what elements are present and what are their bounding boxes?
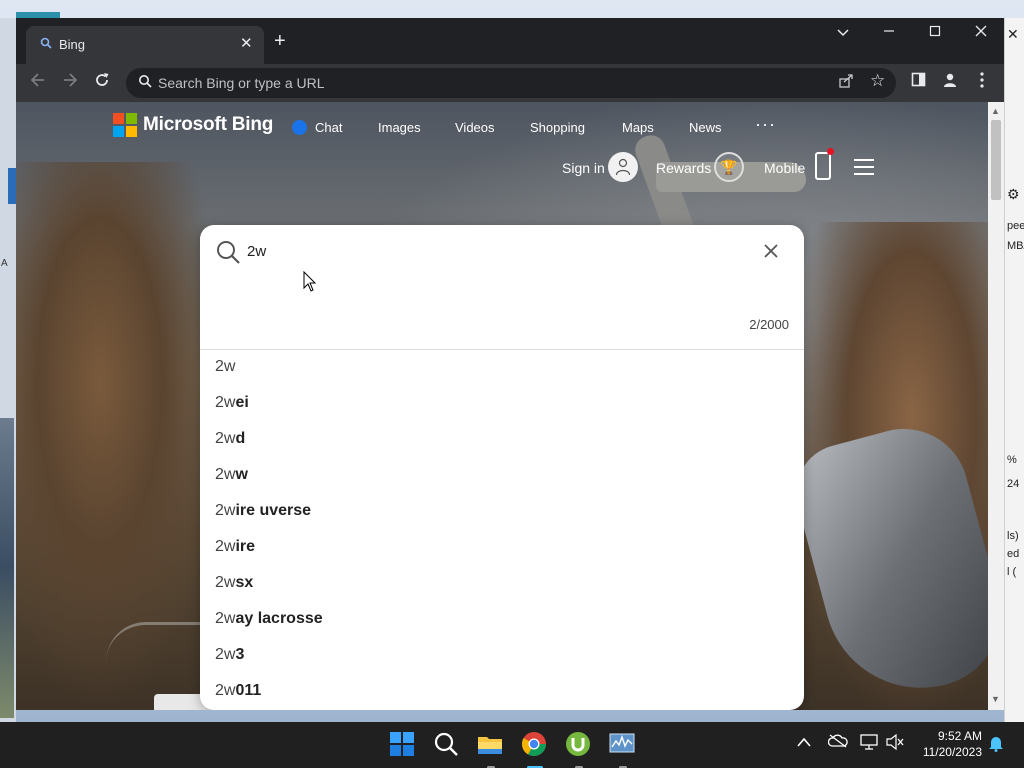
mouse-pointer-icon xyxy=(303,271,317,292)
chat-icon xyxy=(292,120,307,135)
volume-muted-icon[interactable] xyxy=(886,733,904,754)
scrollbar-thumb[interactable] xyxy=(991,120,1001,200)
background-window-text: 24 xyxy=(1007,478,1020,490)
background-window-text: MB/ xyxy=(1007,240,1024,252)
suggestion-item[interactable]: 2wd xyxy=(200,421,804,457)
side-panel-icon[interactable] xyxy=(906,72,930,92)
maximize-icon[interactable] xyxy=(920,24,950,42)
browser-window: Bing ✕ + Search Bing or type a URL ☆ Mic… xyxy=(16,18,1004,710)
scroll-down-arrow-icon[interactable]: ▼ xyxy=(991,694,1000,704)
title-bar: Bing ✕ + xyxy=(16,18,1004,64)
sign-in-link[interactable]: Sign in xyxy=(562,160,605,176)
suggestion-item[interactable]: 2ww xyxy=(200,457,804,493)
search-icon xyxy=(40,37,54,51)
background-window-text: l ( xyxy=(1007,566,1017,578)
suggestion-item[interactable]: 2way lacrosse xyxy=(200,601,804,637)
forward-arrow-icon[interactable] xyxy=(58,72,82,93)
microsoft-logo-icon xyxy=(113,113,137,137)
background-window-text: peed xyxy=(1007,220,1024,232)
avatar-icon[interactable] xyxy=(608,152,638,182)
nav-maps[interactable]: Maps xyxy=(622,120,654,135)
share-icon[interactable] xyxy=(838,73,854,92)
background-window-image xyxy=(0,418,14,718)
close-icon[interactable]: ✕ xyxy=(1007,26,1019,43)
close-window-icon[interactable] xyxy=(966,24,996,42)
search-box-expanded: 2w 2/2000 2w 2wei 2wd 2ww 2wire uverse 2… xyxy=(200,225,804,710)
show-hidden-icons-chevron[interactable] xyxy=(797,734,811,751)
background-window-accent xyxy=(8,168,16,204)
background-window-text: % xyxy=(1007,454,1017,466)
profile-icon[interactable] xyxy=(938,72,962,93)
nav-shopping[interactable]: Shopping xyxy=(530,120,585,135)
phone-icon[interactable] xyxy=(815,148,834,180)
nav-images[interactable]: Images xyxy=(378,120,421,135)
system-clock[interactable]: 9:52 AM 11/20/2023 xyxy=(912,728,982,760)
background-window-right: ⚙ peed MB/ % 24 ls) ed l ( ✕ xyxy=(1004,18,1024,722)
new-tab-button[interactable]: + xyxy=(274,30,286,53)
tab-title: Bing xyxy=(59,37,86,52)
mobile-link[interactable]: Mobile xyxy=(764,160,805,176)
suggestion-item[interactable]: 2wsx xyxy=(200,565,804,601)
nav-chat-label: Chat xyxy=(315,120,343,135)
bing-header: Microsoft Bing Chat Images Videos Shoppi… xyxy=(16,102,988,212)
character-counter: 2/2000 xyxy=(749,317,789,332)
background-window-text: A xyxy=(1,258,8,269)
bing-logo[interactable]: Microsoft Bing xyxy=(113,113,273,137)
background-window-left: A xyxy=(0,18,16,722)
taskbar-search-icon[interactable] xyxy=(433,731,461,759)
suggestion-item[interactable]: 2wire xyxy=(200,529,804,565)
menu-kebab-icon[interactable] xyxy=(970,72,994,93)
tab-bing[interactable]: Bing ✕ xyxy=(26,26,264,64)
nav-videos[interactable]: Videos xyxy=(455,120,495,135)
background-window-text: ed xyxy=(1007,548,1020,560)
network-icon[interactable] xyxy=(860,734,878,754)
notification-bell-icon[interactable] xyxy=(988,734,1004,756)
chrome-icon[interactable] xyxy=(521,731,549,768)
browser-toolbar: ☆ xyxy=(16,64,1004,102)
nav-news[interactable]: News xyxy=(689,120,722,135)
bookmark-star-icon[interactable]: ☆ xyxy=(870,71,885,91)
suggestion-item[interactable]: 2w3 xyxy=(200,637,804,673)
background-window-text: ls) xyxy=(1007,530,1019,542)
rewards-link[interactable]: Rewards xyxy=(656,160,711,176)
windows-start-icon[interactable] xyxy=(389,731,417,759)
utorrent-icon[interactable] xyxy=(565,731,593,768)
trophy-icon[interactable]: 🏆 xyxy=(714,152,744,182)
reload-icon[interactable] xyxy=(90,72,114,93)
page-scrollbar[interactable]: ▲ ▼ xyxy=(988,102,1004,710)
nav-chat[interactable]: Chat xyxy=(292,120,342,135)
clock-date: 11/20/2023 xyxy=(922,745,982,759)
file-explorer-icon[interactable] xyxy=(477,731,505,768)
suggestion-item[interactable]: 2w011 xyxy=(200,673,804,709)
back-arrow-icon[interactable] xyxy=(26,72,50,93)
clear-search-icon[interactable] xyxy=(763,239,779,265)
onedrive-offline-icon[interactable] xyxy=(827,734,848,752)
search-icon xyxy=(215,239,241,270)
search-icon xyxy=(138,74,152,93)
suggestion-item[interactable]: 2w xyxy=(200,349,804,385)
resource-monitor-icon[interactable] xyxy=(609,731,637,768)
close-tab-icon[interactable]: ✕ xyxy=(240,34,253,52)
hamburger-menu-icon[interactable] xyxy=(854,159,874,180)
scroll-up-arrow-icon[interactable]: ▲ xyxy=(991,106,1000,116)
more-nav-button[interactable]: ··· xyxy=(755,114,776,135)
logo-text: Microsoft Bing xyxy=(143,114,274,135)
gear-icon: ⚙ xyxy=(1007,186,1020,202)
address-bar[interactable]: ☆ xyxy=(126,68,896,98)
tab-search-icon[interactable] xyxy=(828,24,858,42)
minimize-icon[interactable] xyxy=(874,24,904,42)
suggestion-item[interactable]: 2wei xyxy=(200,385,804,421)
search-input[interactable]: 2w xyxy=(247,243,266,260)
bing-homepage: Microsoft Bing Chat Images Videos Shoppi… xyxy=(16,102,988,710)
clock-time: 9:52 AM xyxy=(937,729,982,743)
taskbar: 9:52 AM 11/20/2023 xyxy=(0,722,1024,768)
notification-dot xyxy=(827,148,834,155)
address-input[interactable] xyxy=(158,73,798,93)
autosuggest-list: 2w 2wei 2wd 2ww 2wire uverse 2wire 2wsx … xyxy=(200,349,804,709)
suggestion-item[interactable]: 2wire uverse xyxy=(200,493,804,529)
